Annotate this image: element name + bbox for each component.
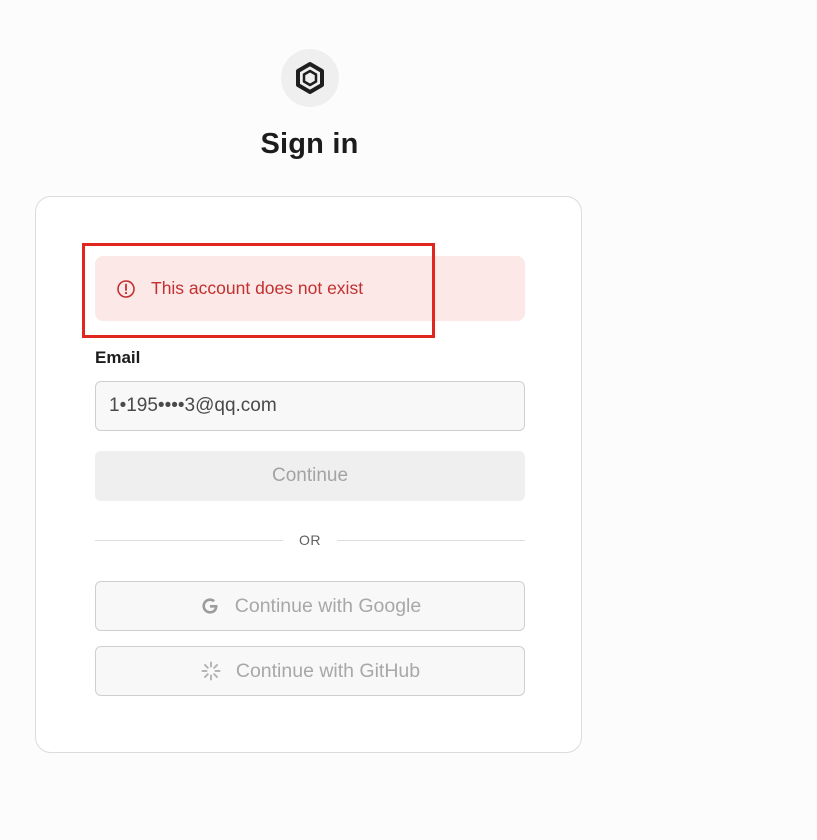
divider-line-left <box>95 539 283 541</box>
email-label: Email <box>95 348 141 367</box>
divider-text: OR <box>299 532 321 548</box>
exclamation-circle-icon <box>116 279 136 299</box>
google-button-label: Continue with Google <box>234 594 422 617</box>
continue-button[interactable]: Continue <box>95 451 525 501</box>
email-field[interactable] <box>95 381 525 431</box>
error-alert: This account does not exist <box>95 256 525 321</box>
github-button-label: Continue with GitHub <box>235 659 421 682</box>
continue-with-google-button[interactable]: Continue with Google <box>95 581 525 631</box>
page-title: Sign in <box>260 128 359 160</box>
continue-with-github-button[interactable]: Continue with GitHub <box>95 646 525 696</box>
loading-spinner-icon <box>200 660 222 682</box>
or-divider: OR <box>95 530 525 550</box>
google-icon <box>199 595 221 617</box>
divider-line-right <box>337 539 525 541</box>
sign-in-page: Sign in This account does not exist Emai… <box>0 0 817 840</box>
error-message: This account does not exist <box>151 278 364 298</box>
hexagon-logo-icon <box>281 49 339 107</box>
